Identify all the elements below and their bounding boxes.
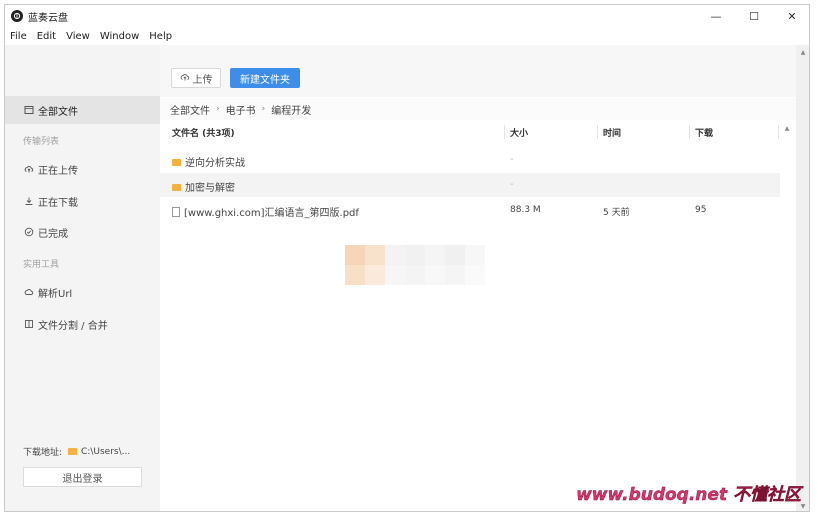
- download-path-value[interactable]: C:\Users\...: [81, 447, 130, 457]
- sidebar-item-label: 已完成: [38, 228, 68, 240]
- sidebar: 全部文件 传输列表 正在上传 正在下载 已完成 实用工具 解析Url 文件分割 …: [5, 45, 160, 511]
- section-tools: 实用工具: [23, 260, 60, 270]
- table-header: 文件名 (共3项) 大小 时间 下载: [160, 121, 780, 143]
- folder-icon: [172, 183, 181, 191]
- link-cloud-icon: [23, 287, 35, 297]
- sidebar-item-label: 解析Url: [38, 288, 73, 300]
- sidebar-item-all-files[interactable]: 全部文件: [5, 96, 160, 124]
- close-button[interactable]: ✕: [773, 5, 809, 27]
- column-header-time[interactable]: 时间: [603, 126, 621, 139]
- app-logo-icon: [11, 10, 23, 22]
- sidebar-item-completed[interactable]: 已完成: [5, 218, 160, 246]
- breadcrumb-item-ebooks[interactable]: 电子书: [226, 102, 256, 117]
- check-circle-icon: [23, 227, 35, 237]
- sidebar-item-downloading[interactable]: 正在下载: [5, 187, 160, 215]
- column-divider[interactable]: [504, 125, 505, 139]
- file-icon: [172, 207, 180, 217]
- folder-outline-icon: [23, 105, 35, 115]
- menu-bar: File Edit View Window Help: [5, 28, 177, 44]
- watermark: www.budoq.net 不懂社区: [576, 485, 801, 505]
- row-name: 加密与解密: [185, 183, 235, 194]
- mosaic-placeholder: [345, 245, 485, 285]
- new-folder-button[interactable]: 新建文件夹: [230, 68, 300, 88]
- chevron-right-icon: ›: [261, 104, 266, 114]
- folder-icon: [172, 158, 181, 166]
- upload-button[interactable]: 上传: [171, 68, 221, 88]
- app-window: 蓝奏云盘 — ☐ ✕ File Edit View Window Help 全部…: [4, 4, 810, 512]
- sidebar-item-label: 正在上传: [38, 165, 78, 177]
- table-scrollbar[interactable]: ▲: [780, 121, 794, 511]
- download-path: 下载地址: C:\Users\...: [23, 445, 130, 459]
- column-header-name[interactable]: 文件名 (共3项): [172, 126, 235, 139]
- toolbar: 上传 新建文件夹: [160, 45, 796, 97]
- breadcrumb-item-programming[interactable]: 编程开发: [271, 102, 311, 117]
- title-bar[interactable]: 蓝奏云盘 — ☐ ✕: [5, 5, 809, 27]
- row-name: [www.ghxi.com]汇编语言_第四版.pdf: [184, 208, 359, 219]
- row-name-cell[interactable]: 加密与解密: [172, 179, 235, 194]
- row-name-cell[interactable]: [www.ghxi.com]汇编语言_第四版.pdf: [172, 204, 359, 219]
- row-time: 5 天前: [603, 208, 630, 218]
- sidebar-item-parse-url[interactable]: 解析Url: [5, 278, 160, 306]
- sidebar-item-label: 正在下载: [38, 197, 78, 209]
- window-controls: — ☐ ✕: [697, 5, 809, 27]
- column-divider[interactable]: [689, 125, 690, 139]
- column-divider[interactable]: [778, 125, 779, 139]
- column-header-size[interactable]: 大小: [510, 126, 528, 139]
- sidebar-item-label: 全部文件: [38, 106, 78, 118]
- menu-help[interactable]: Help: [144, 31, 177, 42]
- menu-window[interactable]: Window: [95, 31, 144, 42]
- table-row[interactable]: [www.ghxi.com]汇编语言_第四版.pdf 88.3 M 5 天前 9…: [160, 198, 780, 222]
- window-title: 蓝奏云盘: [28, 12, 68, 24]
- table-row[interactable]: 逆向分析实战 -: [160, 148, 780, 172]
- row-size: -: [510, 154, 514, 165]
- download-icon: [23, 196, 35, 206]
- menu-view[interactable]: View: [61, 31, 95, 42]
- breadcrumb-item-root[interactable]: 全部文件: [170, 102, 210, 117]
- table-row[interactable]: 加密与解密 -: [160, 173, 780, 197]
- download-path-label: 下载地址:: [23, 448, 63, 458]
- section-transfer-list: 传输列表: [23, 137, 60, 147]
- chevron-right-icon: ›: [216, 104, 220, 114]
- sidebar-item-label: 文件分割 / 合并: [38, 320, 108, 332]
- upload-cloud-icon: [180, 72, 190, 85]
- row-downloads: 95: [695, 205, 707, 215]
- row-name-cell[interactable]: 逆向分析实战: [172, 154, 245, 169]
- window-scrollbar[interactable]: ▲ ▼: [796, 45, 809, 511]
- sidebar-item-uploading[interactable]: 正在上传: [5, 155, 160, 183]
- menu-edit[interactable]: Edit: [32, 31, 61, 42]
- row-name: 逆向分析实战: [185, 158, 245, 169]
- menu-file[interactable]: File: [5, 31, 32, 42]
- scroll-up-arrow-icon[interactable]: ▲: [796, 47, 809, 57]
- scroll-up-arrow-icon[interactable]: ▲: [780, 123, 794, 133]
- row-size: 88.3 M: [510, 205, 541, 215]
- minimize-button[interactable]: —: [697, 5, 735, 27]
- row-size: -: [510, 179, 514, 190]
- folder-icon: [68, 448, 78, 455]
- upload-button-label: 上传: [192, 74, 213, 86]
- maximize-button[interactable]: ☐: [735, 5, 773, 27]
- column-divider[interactable]: [597, 125, 598, 139]
- split-file-icon: [23, 319, 35, 329]
- sidebar-item-split-merge[interactable]: 文件分割 / 合并: [5, 310, 160, 338]
- column-header-downloads[interactable]: 下载: [695, 126, 713, 139]
- breadcrumb: 全部文件 › 电子书 › 编程开发: [160, 98, 796, 120]
- upload-cloud-icon: [23, 164, 35, 174]
- logout-button[interactable]: 退出登录: [23, 467, 142, 487]
